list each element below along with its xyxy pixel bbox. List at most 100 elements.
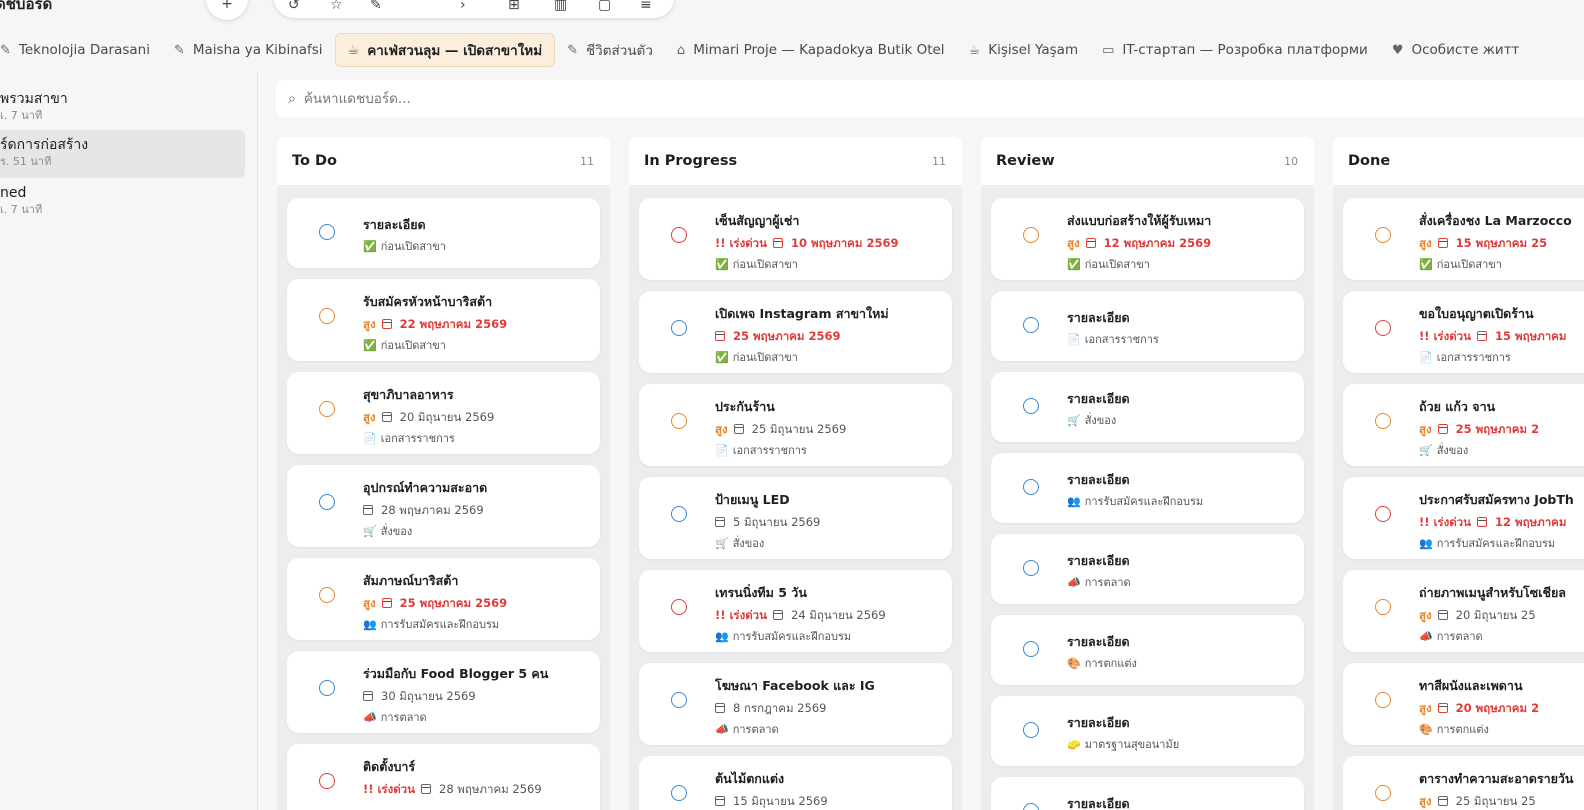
tab-project-0[interactable]: ✎ Teknolojia Darasani: [0, 33, 162, 67]
task-card[interactable]: รายละเอียด 🧽 มาตรฐานสุขอนามัย: [991, 696, 1304, 766]
tag-icon: 📣: [1067, 576, 1081, 589]
card-tag: 👥 การรับสมัครและฝึกอบรม: [715, 629, 944, 644]
status-circle[interactable]: [671, 599, 687, 615]
tab-project-2[interactable]: ☕ คาเฟ่สวนลุม — เปิดสาขาใหม่: [334, 33, 556, 67]
pen-icon: ✎: [173, 42, 185, 58]
status-circle[interactable]: [1375, 227, 1391, 243]
sidebar-item-ned[interactable]: ned เ. 7 นาที: [0, 178, 245, 226]
trash-icon[interactable]: ▥: [554, 0, 567, 12]
task-card[interactable]: ประกันร้าน สูง 25 มิถุนายน 2569 📄 เอกสารราชก…: [639, 384, 952, 466]
status-circle[interactable]: [1375, 506, 1391, 522]
column-header: To Do 11: [277, 137, 610, 186]
status-circle[interactable]: [319, 494, 335, 510]
app-window: ดชบอร์ด + ↺ ☆ ✎ › ⊞ ▥ ▢ ≡ ✎ Teknolojia Da…: [0, 0, 1584, 810]
task-card[interactable]: สั่งเครื่องชง La Marzocco สูง 15 พฤษภาคม 2…: [1343, 198, 1584, 280]
status-circle[interactable]: [671, 692, 687, 708]
task-card[interactable]: รายละเอียด 📣 การตลาด: [991, 534, 1304, 604]
pen-icon: ✎: [567, 42, 578, 58]
task-card[interactable]: ต้นไม้ตกแต่ง 15 มิถุนายน 2569: [639, 756, 952, 810]
tab-label: Mimari Proje — Kapadokya Butik Otel: [693, 42, 945, 58]
status-circle[interactable]: [1023, 227, 1039, 243]
task-card[interactable]: รายละเอียด 👥 การรับสมัครและฝึกอบรม: [991, 453, 1304, 523]
sidebar: พรวมสาขา เ. 7 นาที ร์ดการก่อสร้าง ร. 51 …: [0, 72, 258, 810]
search-input[interactable]: [303, 90, 904, 107]
tab-project-6[interactable]: ▭ IT-стартап — Розробка платформи: [1090, 33, 1380, 67]
task-card[interactable]: ถ้วย แก้ว จาน สูง 25 พฤษภาคม 2 🛒 สั่งของ: [1343, 384, 1584, 466]
tag-label: การตลาด: [1436, 630, 1483, 643]
status-circle[interactable]: [319, 401, 335, 417]
tag-label: สั่งของ: [1084, 414, 1117, 427]
tab-project-7[interactable]: ♥ Особисте житт: [1380, 33, 1532, 67]
arrow-icon[interactable]: ›: [460, 0, 466, 12]
task-card[interactable]: รายละเอียด 🛒 สั่งของ: [991, 372, 1304, 442]
tab-project-5[interactable]: ☕ Kişisel Yaşam: [957, 33, 1091, 67]
task-card[interactable]: โฆษณา Facebook และ IG 8 กรกฎาคม 2569 📣 การต…: [639, 663, 952, 745]
task-card[interactable]: รายละเอียด: [991, 777, 1304, 810]
task-card[interactable]: รายละเอียด 📄 เอกสารราชการ: [991, 291, 1304, 361]
star-icon[interactable]: ☆: [330, 0, 343, 12]
task-card[interactable]: รายละเอียด 🎨 การตกแต่ง: [991, 615, 1304, 685]
status-circle[interactable]: [1375, 692, 1391, 708]
task-card[interactable]: ตารางทำความสะอาดรายวัน สูง 25 มิถุนายน 25: [1343, 756, 1584, 810]
status-circle[interactable]: [1023, 803, 1039, 810]
task-card[interactable]: ส่งแบบก่อสร้างให้ผู้รับเหมา สูง 12 พฤษภาคม…: [991, 198, 1304, 280]
task-card[interactable]: เทรนนิ่งทีม 5 วัน !! เร่งด่วน 24 มิถุนายน …: [639, 570, 952, 652]
tab-project-3[interactable]: ✎ ชีวิตส่วนตัว: [555, 33, 665, 67]
tag-icon: 🛒: [715, 537, 729, 550]
plus-box-icon[interactable]: ⊞: [508, 0, 520, 12]
status-circle[interactable]: [671, 227, 687, 243]
status-circle[interactable]: [1023, 479, 1039, 495]
card-meta: 30 มิถุนายน 2569: [363, 688, 592, 704]
tab-label: คาเฟ่สวนลุม — เปิดสาขาใหม่: [367, 43, 543, 59]
due-date: 20 มิถุนายน 25: [1455, 608, 1536, 622]
task-card[interactable]: ติดตั้งบาร์ !! เร่งด่วน 28 พฤษภาคม 2569: [287, 744, 600, 810]
status-circle[interactable]: [671, 413, 687, 429]
status-circle[interactable]: [671, 320, 687, 336]
task-card[interactable]: เปิดเพจ Instagram สาขาใหม่ 25 พฤษภาคม 256…: [639, 291, 952, 373]
task-card[interactable]: รับสมัครหัวหน้าบาริสต้า สูง 22 พฤษภาคม 256…: [287, 279, 600, 361]
sliders-icon[interactable]: ≡: [640, 0, 652, 12]
sidebar-item-construction[interactable]: ร์ดการก่อสร้าง ร. 51 นาที: [0, 130, 245, 178]
task-card[interactable]: ร่วมมือกับ Food Blogger 5 คน 30 มิถุนายน …: [287, 651, 600, 733]
task-card[interactable]: เซ็นสัญญาผู้เช่า !! เร่งด่วน 10 พฤษภาคม 25…: [639, 198, 952, 280]
card-title: ป้ายเมนู LED: [715, 492, 790, 507]
status-circle[interactable]: [1375, 320, 1391, 336]
task-card[interactable]: ขอใบอนุญาตเปิดร้าน !! เร่งด่วน 15 พฤษภาคม 📄…: [1343, 291, 1584, 373]
status-circle[interactable]: [671, 506, 687, 522]
card-tag: 📄 เอกสารราชการ: [715, 443, 944, 458]
task-card[interactable]: ป้ายเมนู LED 5 มิถุนายน 2569 🛒 สั่งของ: [639, 477, 952, 559]
tab-project-4[interactable]: ⌂ Mimari Proje — Kapadokya Butik Otel: [665, 33, 957, 67]
task-card[interactable]: สุขาภิบาลอาหาร สูง 20 มิถุนายน 2569 📄 เอกสาร…: [287, 372, 600, 454]
status-circle[interactable]: [319, 224, 335, 240]
status-circle[interactable]: [1375, 599, 1391, 615]
task-card[interactable]: ประกาศรับสมัครทาง JobTh !! เร่งด่วน 12 พฤษ…: [1343, 477, 1584, 559]
sidebar-item-overview[interactable]: พรวมสาขา เ. 7 นาที: [0, 84, 245, 132]
add-button[interactable]: +: [206, 0, 248, 20]
tab-project-1[interactable]: ✎ Maisha ya Kibinafsi: [162, 33, 335, 67]
status-circle[interactable]: [319, 773, 335, 789]
share-icon[interactable]: ↺: [288, 0, 300, 12]
search-icon: ⌕: [288, 90, 296, 107]
status-circle[interactable]: [671, 785, 687, 801]
status-circle[interactable]: [319, 680, 335, 696]
status-circle[interactable]: [1023, 722, 1039, 738]
square-icon[interactable]: ▢: [598, 0, 611, 12]
brush-icon[interactable]: ✎: [370, 0, 382, 12]
task-card[interactable]: ทาสีผนังและเพดาน สูง 20 พฤษภาคม 2 🎨 การตกแต่…: [1343, 663, 1584, 745]
task-card[interactable]: ถ่ายภาพเมนูสำหรับโซเชียล สูง 20 มิถุนายน 2…: [1343, 570, 1584, 652]
status-circle[interactable]: [1375, 413, 1391, 429]
task-card[interactable]: สัมภาษณ์บาริสต้า สูง 25 พฤษภาคม 2569 👥 การรั…: [287, 558, 600, 640]
task-card[interactable]: รายละเอียด ✅ ก่อนเปิดสาขา: [287, 198, 600, 268]
column-in-progress: In Progress 11 เซ็นสัญญาผู้เช่า !! เร่งด่วน…: [629, 137, 962, 810]
status-circle[interactable]: [319, 587, 335, 603]
tag-icon: 🧽: [1067, 738, 1081, 751]
status-circle[interactable]: [319, 308, 335, 324]
status-circle[interactable]: [1023, 317, 1039, 333]
status-circle[interactable]: [1023, 560, 1039, 576]
tag-label: การตลาด: [1084, 576, 1131, 589]
status-circle[interactable]: [1023, 398, 1039, 414]
status-circle[interactable]: [1023, 641, 1039, 657]
card-tag: 📣 การตลาด: [363, 710, 592, 725]
task-card[interactable]: อุปกรณ์ทำความสะอาด 28 พฤษภาคม 2569 🛒 สั่งขอ…: [287, 465, 600, 547]
status-circle[interactable]: [1375, 785, 1391, 801]
